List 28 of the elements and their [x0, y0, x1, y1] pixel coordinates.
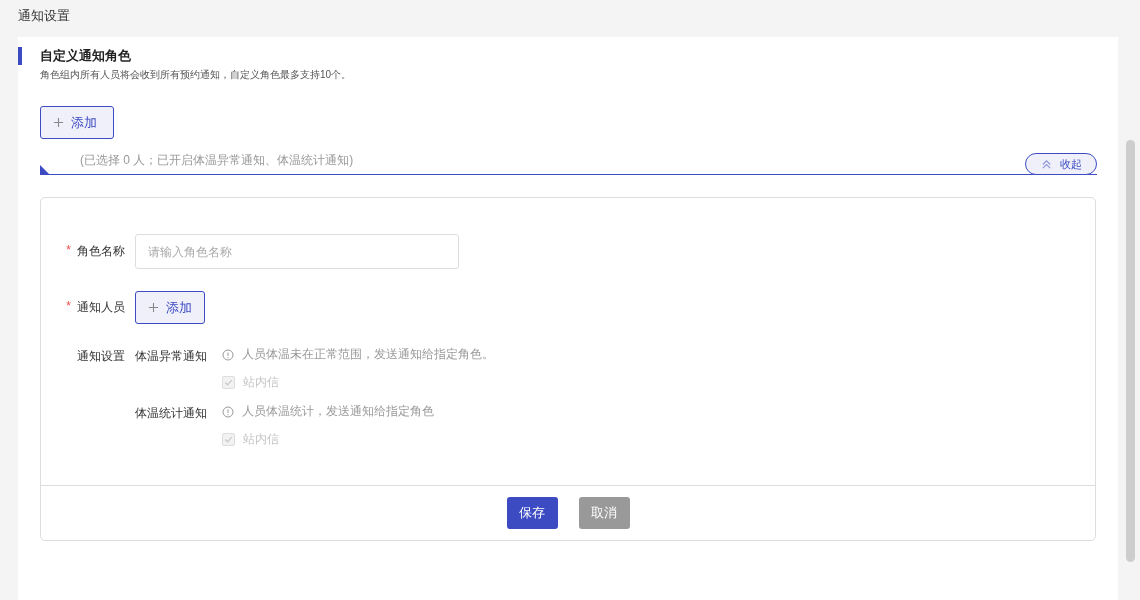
info-icon	[222, 348, 234, 361]
save-button[interactable]: 保存	[506, 497, 558, 529]
setting-hint: 人员体温未在正常范围，发送通知给指定角色。	[242, 346, 494, 363]
required-asterisk: *	[66, 243, 71, 259]
checkbox-label: 站内信	[243, 431, 279, 448]
double-chevron-icon	[1040, 158, 1052, 170]
role-name-input[interactable]: 请输入角色名称	[135, 234, 459, 269]
add-role-button[interactable]: 添加	[40, 106, 114, 139]
plus-icon	[53, 117, 64, 128]
page-title: 通知设置	[18, 7, 71, 25]
plus-icon	[148, 302, 159, 313]
collapse-button[interactable]: 收起	[1025, 153, 1097, 175]
required-asterisk: *	[66, 299, 71, 315]
setting-hint: 人员体温统计，发送通知给指定角色	[242, 403, 434, 420]
checkbox-label: 站内信	[243, 374, 279, 391]
checkmark-icon	[223, 377, 234, 388]
setting-name: 体温异常通知	[135, 348, 208, 365]
add-member-button[interactable]: 添加	[135, 291, 205, 324]
section-title: 自定义通知角色	[40, 47, 131, 65]
setting-name: 体温统计通知	[135, 405, 208, 422]
field-label: 通知设置	[77, 348, 125, 365]
info-icon	[222, 405, 234, 418]
field-label: 通知人员	[77, 299, 125, 316]
section-accent-bar	[18, 47, 22, 65]
checkmark-icon	[223, 434, 234, 445]
role-summary: (已选择 0 人；已开启体温异常通知、体温统计通知)	[80, 152, 354, 169]
field-label: 角色名称	[77, 243, 125, 260]
section-description: 角色组内所有人员将会收到所有预约通知，自定义角色最多支持10个。	[40, 68, 353, 82]
